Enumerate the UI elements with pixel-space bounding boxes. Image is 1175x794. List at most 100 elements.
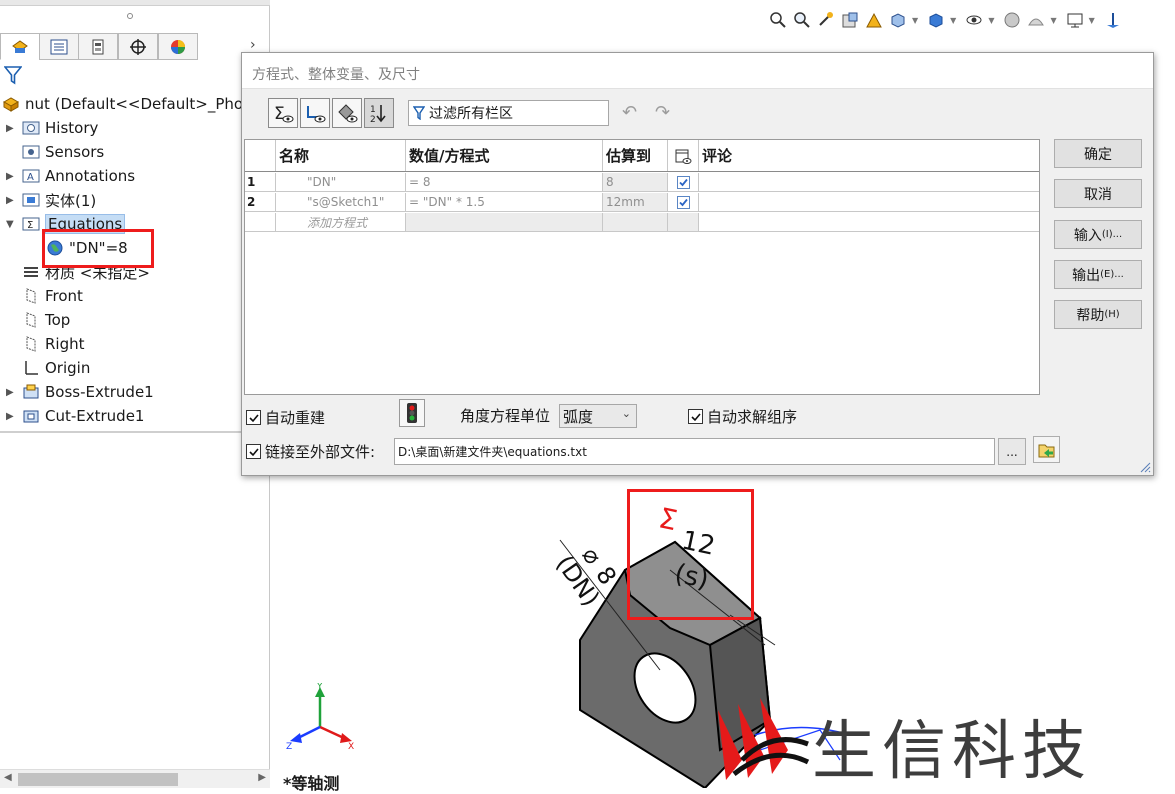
tree-item-top-plane[interactable]: Top	[22, 308, 70, 332]
apply-scene-icon[interactable]	[1026, 10, 1046, 30]
tree-item-right-plane[interactable]: Right	[22, 332, 85, 356]
redo-icon[interactable]: ↷	[655, 102, 670, 123]
tabs-scroll-chevron-icon[interactable]: ›	[250, 37, 256, 53]
dropdown-arrow-icon[interactable]: ▼	[1089, 16, 1095, 25]
help-button[interactable]: 帮助 (H)	[1054, 300, 1142, 329]
dropdown-arrow-icon[interactable]: ▼	[950, 16, 956, 25]
tree-filter-icon[interactable]	[3, 65, 23, 89]
horizontal-scrollbar[interactable]: ◀ ▶	[0, 769, 270, 788]
display-style-icon[interactable]	[926, 10, 946, 30]
edit-appearance-icon[interactable]	[1002, 10, 1022, 30]
suppress-checkbox-cell[interactable]	[668, 193, 699, 211]
sketch-equation-view-button[interactable]	[300, 98, 330, 128]
comment-cell[interactable]	[699, 193, 1039, 211]
svg-text:X: X	[348, 742, 354, 752]
tab-display-manager[interactable]	[158, 33, 198, 60]
svg-text:Σ: Σ	[27, 220, 33, 231]
expand-arrow-icon[interactable]: ▶	[6, 195, 16, 206]
equation-name-cell[interactable]: "s@Sketch1"	[276, 193, 406, 211]
dimension-view-button[interactable]	[332, 98, 362, 128]
view-settings-monitor-icon[interactable]	[1065, 10, 1085, 30]
hide-show-items-icon[interactable]	[964, 10, 984, 30]
equation-name-cell[interactable]: "DN"	[276, 173, 406, 191]
collapse-arrow-icon[interactable]: ▼	[6, 219, 16, 230]
export-button[interactable]: 输出 (E)...	[1054, 260, 1142, 289]
add-equation-row[interactable]: 添加方程式	[245, 213, 1039, 232]
open-linked-file-button[interactable]	[1033, 436, 1060, 463]
tree-root-part[interactable]: nut (Default<<Default>_Photo	[2, 92, 258, 116]
scroll-left-icon[interactable]: ◀	[4, 772, 12, 783]
ordered-view-button[interactable]: 12	[364, 98, 394, 128]
tree-item-history[interactable]: ▶ History	[6, 116, 98, 140]
import-button[interactable]: 输入 (I)...	[1054, 220, 1142, 249]
column-header-evaluates-to[interactable]: 估算到	[603, 140, 668, 171]
empty-comment-cell	[699, 213, 1039, 231]
cut-extrude-icon	[22, 407, 40, 425]
tab-dimxpert-manager[interactable]	[118, 33, 158, 60]
tree-item-boss-extrude1[interactable]: ▶ Boss-Extrude1	[6, 380, 154, 404]
pane-grip-handle[interactable]	[127, 13, 133, 19]
triad-pin-icon[interactable]	[1103, 10, 1123, 30]
tree-item-solid-bodies[interactable]: ▶ 实体(1)	[6, 188, 96, 212]
tree-root-label: nut (Default<<Default>_Photo	[25, 95, 259, 113]
auto-rebuild-option[interactable]: 自动重建	[246, 407, 325, 428]
filter-all-fields-input[interactable]: 过滤所有栏区	[408, 100, 609, 126]
table-row[interactable]: 1 "DN" = 8 8	[245, 173, 1039, 192]
checkbox-checked-icon[interactable]	[677, 195, 690, 209]
tree-item-origin[interactable]: Origin	[22, 356, 90, 380]
scrollbar-thumb[interactable]	[18, 773, 178, 786]
dropdown-arrow-icon[interactable]: ▼	[988, 16, 994, 25]
previous-view-icon[interactable]	[816, 10, 836, 30]
history-icon	[22, 119, 40, 137]
column-header-comment[interactable]: 评论	[699, 140, 1039, 171]
angle-unit-value: 弧度	[563, 407, 594, 426]
link-external-file-checkbox[interactable]	[246, 444, 261, 459]
link-external-file-option[interactable]: 链接至外部文件:	[246, 441, 375, 462]
dialog-title: 方程式、整体变量、及尺寸	[252, 67, 420, 83]
external-file-path-field[interactable]: D:\桌面\新建文件夹\equations.txt	[394, 438, 995, 465]
section-view-icon[interactable]	[840, 10, 860, 30]
add-equation-placeholder[interactable]: 添加方程式	[276, 213, 406, 231]
comment-cell[interactable]	[699, 173, 1039, 191]
zoom-to-fit-icon[interactable]	[768, 10, 788, 30]
tree-item-front-plane[interactable]: Front	[22, 284, 83, 308]
column-header-suppress[interactable]	[668, 140, 699, 171]
equation-view-button[interactable]: Σ	[268, 98, 298, 128]
ok-button[interactable]: 确定	[1054, 139, 1142, 168]
tree-item-annotations[interactable]: ▶ A Annotations	[6, 164, 135, 188]
browse-button[interactable]: ...	[998, 438, 1026, 465]
angle-unit-select[interactable]: 弧度 ⌄	[559, 404, 637, 428]
expand-arrow-icon[interactable]: ▶	[6, 171, 16, 182]
tree-item-cut-extrude1[interactable]: ▶ Cut-Extrude1	[6, 404, 144, 428]
dropdown-arrow-icon[interactable]: ▼	[912, 16, 918, 25]
scroll-right-icon[interactable]: ▶	[258, 772, 266, 783]
zoom-to-area-icon[interactable]	[792, 10, 812, 30]
tree-item-sensors[interactable]: Sensors	[22, 140, 104, 164]
expand-arrow-icon[interactable]: ▶	[6, 411, 16, 422]
auto-solve-order-option[interactable]: 自动求解组序	[688, 406, 797, 427]
table-row[interactable]: 2 "s@Sketch1" = "DN" * 1.5 12mm	[245, 193, 1039, 212]
dropdown-arrow-icon[interactable]: ▼	[1050, 16, 1056, 25]
pane-divider[interactable]	[0, 431, 270, 433]
dynamic-annotation-icon[interactable]	[864, 10, 884, 30]
tab-feature-manager[interactable]	[0, 33, 40, 60]
checkbox-checked-icon[interactable]	[677, 175, 690, 189]
tab-property-manager[interactable]	[39, 33, 79, 60]
tab-configuration-manager[interactable]	[78, 33, 118, 60]
expand-arrow-icon[interactable]: ▶	[6, 387, 16, 398]
undo-icon[interactable]: ↶	[622, 102, 637, 123]
column-header-value[interactable]: 数值/方程式	[406, 140, 603, 171]
auto-rebuild-checkbox[interactable]	[246, 410, 261, 425]
expand-arrow-icon[interactable]: ▶	[6, 123, 16, 134]
equation-value-cell[interactable]: = 8	[406, 173, 603, 191]
open-folder-arrow-icon	[1038, 444, 1054, 457]
column-header-name[interactable]: 名称	[276, 140, 406, 171]
auto-solve-order-checkbox[interactable]	[688, 409, 703, 424]
equation-value-cell[interactable]: = "DN" * 1.5	[406, 193, 603, 211]
suppress-checkbox-cell[interactable]	[668, 173, 699, 191]
rebuild-traffic-light-button[interactable]	[399, 399, 425, 427]
top-strip	[0, 0, 270, 6]
view-orientation-icon[interactable]	[888, 10, 908, 30]
cancel-button[interactable]: 取消	[1054, 179, 1142, 208]
dialog-resize-grip-icon[interactable]	[1139, 461, 1151, 473]
